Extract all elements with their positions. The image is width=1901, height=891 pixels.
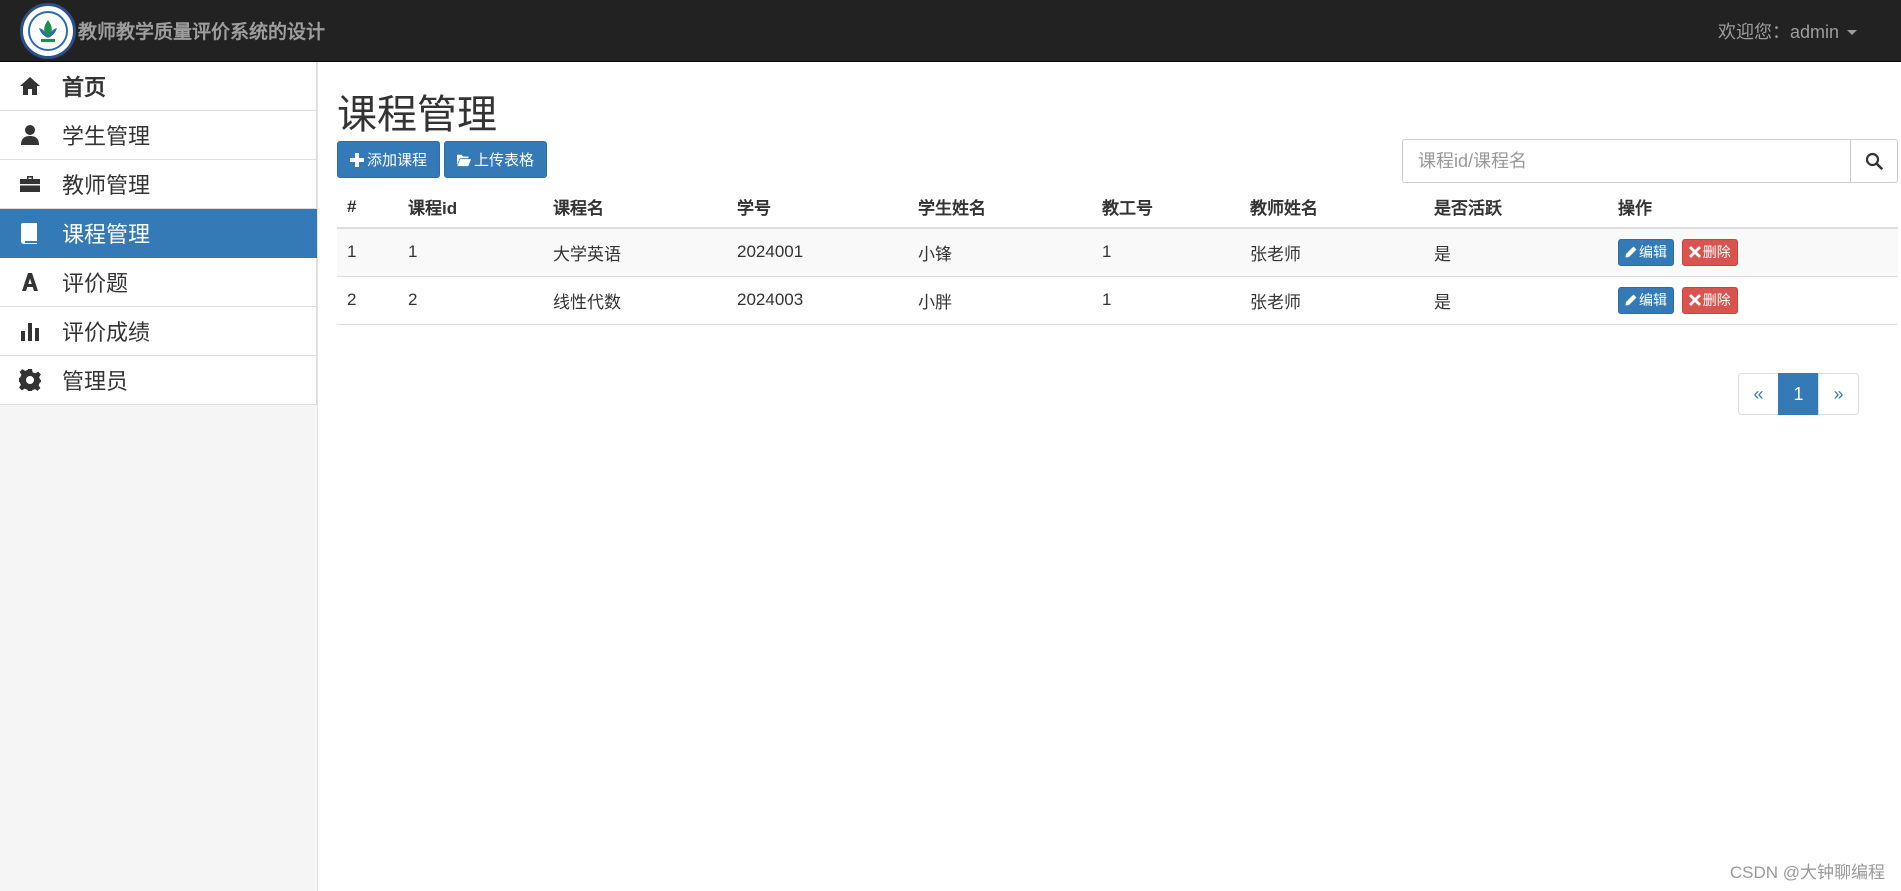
sidebar-item-students[interactable]: 学生管理	[0, 111, 317, 160]
font-icon	[16, 270, 44, 294]
book-icon	[16, 221, 44, 245]
delete-button[interactable]: 删除	[1681, 238, 1738, 266]
cell-student-no: 2024003	[727, 276, 908, 325]
welcome-user-label: 欢迎您：admin	[1717, 22, 1839, 42]
gear-icon	[16, 368, 44, 392]
remove-icon	[1688, 294, 1701, 306]
cell-course-id: 2	[398, 276, 543, 325]
column-header: 操作	[1608, 186, 1898, 229]
pagination: « 1 »	[1738, 373, 1859, 415]
sidebar-item-admin[interactable]: 管理员	[0, 356, 317, 405]
column-header: 教工号	[1092, 186, 1240, 229]
delete-label: 删除	[1702, 244, 1731, 261]
bar-chart-icon	[16, 319, 44, 343]
user-icon	[16, 123, 44, 147]
cell-course-name: 线性代数	[543, 276, 727, 325]
column-header: 是否活跃	[1424, 186, 1608, 229]
cell-student-name: 小胖	[908, 276, 1092, 325]
edit-button[interactable]: 编辑	[1618, 286, 1674, 314]
remove-icon	[1688, 246, 1701, 259]
pencil-icon	[1625, 294, 1637, 306]
sidebar-item-label: 管理员	[62, 369, 129, 394]
folder-open-icon	[457, 154, 471, 166]
cell-student-no: 2024001	[727, 228, 908, 277]
sidebar-item-label: 评价成绩	[62, 320, 151, 345]
upload-table-button[interactable]: 上传表格	[444, 141, 548, 178]
cell-teacher-no: 1	[1092, 228, 1240, 277]
cell-teacher-no: 1	[1092, 276, 1240, 325]
add-course-button[interactable]: 添加课程	[337, 141, 441, 178]
pagination-prev[interactable]: «	[1738, 373, 1779, 415]
cell-actions: 编辑 删除	[1608, 276, 1898, 325]
sidebar-item-label: 评价题	[62, 271, 129, 296]
column-header: 学号	[727, 186, 908, 229]
sidebar-item-questions[interactable]: 评价题	[0, 258, 317, 307]
cell-active: 是	[1424, 228, 1608, 277]
search-input[interactable]	[1402, 139, 1851, 183]
delete-button[interactable]: 删除	[1681, 286, 1738, 314]
table-row: 1 1 大学英语 2024001 小锋 1 张老师 是 编辑 删除	[337, 228, 1898, 277]
column-header: 学生姓名	[908, 186, 1092, 229]
page-title: 课程管理	[337, 92, 497, 138]
edit-label: 编辑	[1639, 244, 1667, 261]
column-header: #	[337, 186, 398, 229]
cell-index: 2	[337, 276, 398, 325]
upload-table-label: 上传表格	[474, 152, 535, 169]
cell-teacher-name: 张老师	[1240, 228, 1424, 277]
cell-course-name: 大学英语	[543, 228, 727, 277]
cell-teacher-name: 张老师	[1240, 276, 1424, 325]
sidebar-item-courses[interactable]: 课程管理	[0, 209, 317, 258]
cell-index: 1	[337, 228, 398, 277]
search-icon	[1865, 152, 1883, 170]
pagination-next[interactable]: »	[1818, 373, 1859, 415]
cell-actions: 编辑 删除	[1608, 228, 1898, 277]
search-group	[1402, 139, 1898, 183]
sidebar-item-label: 教师管理	[62, 173, 151, 198]
sidebar-item-label: 学生管理	[62, 124, 151, 149]
edit-label: 编辑	[1639, 292, 1667, 308]
cell-student-name: 小锋	[908, 228, 1092, 277]
sidebar: 首页 学生管理 教师管理 课程管理 评价题 评价成绩 管理员	[0, 62, 318, 891]
column-header: 课程名	[543, 186, 727, 229]
add-course-label: 添加课程	[367, 152, 428, 169]
delete-label: 删除	[1702, 292, 1731, 308]
column-header: 教师姓名	[1240, 186, 1424, 229]
pagination-page[interactable]: 1	[1778, 373, 1819, 415]
column-header: 课程id	[398, 186, 543, 229]
user-menu-dropdown[interactable]: 欢迎您：admin	[1718, 0, 1857, 62]
edit-button[interactable]: 编辑	[1618, 238, 1674, 266]
briefcase-icon	[16, 172, 44, 196]
sidebar-item-home[interactable]: 首页	[0, 62, 317, 111]
main-content: 课程管理 添加课程 上传表格 # 课程id 课程名 学号 学生姓名 教工号 教师…	[337, 62, 1901, 891]
school-logo-icon	[20, 2, 76, 59]
cell-course-id: 1	[398, 228, 543, 277]
sidebar-item-label: 首页	[62, 75, 107, 100]
cell-active: 是	[1424, 276, 1608, 325]
sidebar-item-teachers[interactable]: 教师管理	[0, 160, 317, 209]
caret-down-icon	[1847, 29, 1857, 35]
sidebar-item-scores[interactable]: 评价成绩	[0, 307, 317, 356]
course-table: # 课程id 课程名 学号 学生姓名 教工号 教师姓名 是否活跃 操作 1 1 …	[337, 186, 1898, 325]
plus-icon	[350, 152, 364, 167]
pencil-icon	[1625, 246, 1637, 258]
sidebar-item-label: 课程管理	[62, 222, 151, 247]
app-title: 教师教学质量评价系统的设计	[78, 22, 326, 43]
watermark: CSDN @大钟聊编程	[1729, 863, 1885, 882]
search-button[interactable]	[1850, 139, 1898, 183]
table-row: 2 2 线性代数 2024003 小胖 1 张老师 是 编辑 删除	[337, 276, 1898, 325]
top-navbar: 教师教学质量评价系统的设计 欢迎您：admin	[0, 0, 1901, 62]
table-header-row: # 课程id 课程名 学号 学生姓名 教工号 教师姓名 是否活跃 操作	[337, 186, 1898, 229]
home-icon	[16, 74, 44, 98]
brand[interactable]: 教师教学质量评价系统的设计	[0, 0, 325, 62]
